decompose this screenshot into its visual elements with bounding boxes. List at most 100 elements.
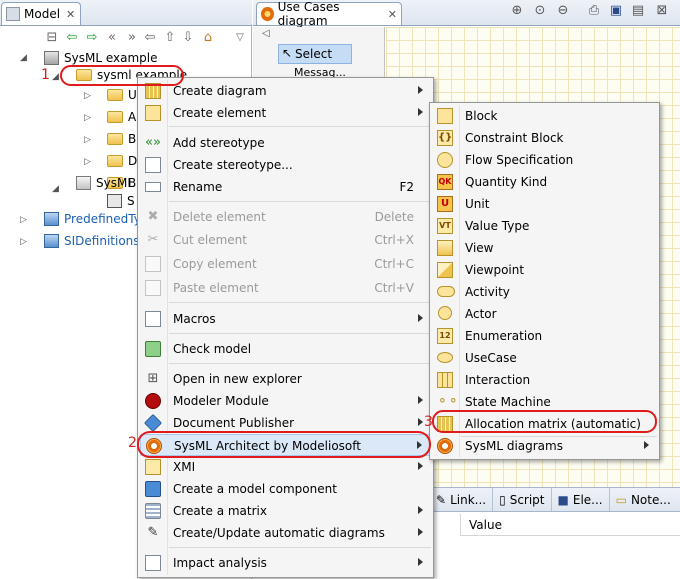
expanded-twisty-icon[interactable]: ◢: [52, 184, 59, 194]
link-icon: ✎: [436, 492, 447, 507]
submenu-item-view[interactable]: View: [432, 237, 657, 259]
menu-item-create-element[interactable]: Create element: [140, 102, 431, 124]
menu-item-delete-element[interactable]: ✖ Delete element Delete: [140, 206, 431, 228]
menu-item-add-stereotype[interactable]: «» Add stereotype: [140, 132, 431, 154]
back-history-icon[interactable]: «: [104, 30, 120, 46]
close-diagram-icon[interactable]: ⊠: [654, 3, 670, 19]
menu-item-label: Paste element: [173, 281, 259, 295]
palette-select-tool[interactable]: ↖ Select: [278, 44, 352, 64]
home-icon[interactable]: ⌂: [200, 30, 216, 46]
close-icon[interactable]: ✕: [388, 8, 397, 21]
folder-icon: [107, 89, 123, 101]
menu-item-cut-element[interactable]: ✂ Cut element Ctrl+X: [140, 229, 431, 251]
zoom-out-icon[interactable]: ⊖: [555, 3, 571, 19]
menu-item-copy-element[interactable]: Copy element Ctrl+C: [140, 253, 431, 275]
tab-links[interactable]: ✎ Link...: [430, 488, 494, 511]
explorer-icon: ⊞: [147, 371, 159, 386]
up-icon[interactable]: ⇧: [162, 30, 178, 46]
view-menu-icon[interactable]: ▽: [232, 30, 248, 46]
back-gray-icon[interactable]: ⇦: [142, 30, 158, 46]
menu-item-shortcut: Ctrl+V: [374, 281, 414, 295]
submenu-item-sysml-diagrams[interactable]: SysML diagrams: [432, 435, 657, 457]
tree-item[interactable]: U: [107, 86, 137, 104]
menu-item-modeler-module[interactable]: Modeler Module: [140, 390, 431, 412]
callout-ring-2: [137, 431, 431, 458]
submenu-item-actor[interactable]: Actor: [432, 303, 657, 325]
value-column-header[interactable]: Value: [460, 514, 680, 536]
collapse-all-icon[interactable]: ⊟: [44, 30, 60, 46]
menu-item-xmi[interactable]: XMI: [140, 456, 431, 478]
submenu-item-activity[interactable]: Activity: [432, 281, 657, 303]
tree-item-sysml[interactable]: SysML: [76, 174, 134, 192]
menu-item-create-diagram[interactable]: Create diagram: [140, 80, 431, 102]
down-icon[interactable]: ⇩: [180, 30, 196, 46]
menu-item-label: Flow Specification: [465, 153, 574, 167]
submenu-item-value-type[interactable]: VT Value Type: [432, 215, 657, 237]
submenu-item-enumeration[interactable]: 12 Enumeration: [432, 325, 657, 347]
tree-item-predefined[interactable]: PredefinedTy: [44, 210, 141, 228]
menu-item-label: Enumeration: [465, 329, 543, 343]
menu-item-create-matrix[interactable]: Create a matrix: [140, 500, 431, 522]
menu-item-label: Create stereotype...: [173, 158, 293, 172]
palette-collapse-icon[interactable]: ◁: [262, 28, 270, 39]
print-icon[interactable]: ⎙: [586, 3, 602, 19]
submenu-item-viewpoint[interactable]: Viewpoint: [432, 259, 657, 281]
submenu-arrow-icon: [418, 396, 423, 404]
menu-item-create-update-automatic-diagrams[interactable]: ✎ Create/Update automatic diagrams: [140, 522, 431, 544]
forward-history-icon[interactable]: »: [124, 30, 140, 46]
submenu-item-quantity-kind[interactable]: QK Quantity Kind: [432, 171, 657, 193]
tree-item-sidefinitions[interactable]: SIDefinitions: [44, 232, 140, 250]
model-view-tab[interactable]: Model ✕: [1, 2, 81, 25]
menu-item-paste-element[interactable]: Paste element Ctrl+V: [140, 277, 431, 299]
block-icon: [437, 108, 453, 124]
create-stereotype-icon: [145, 157, 161, 173]
back-icon[interactable]: ⇦: [64, 30, 80, 46]
tree-item[interactable]: B: [107, 130, 136, 148]
save-icon[interactable]: ▣: [608, 3, 624, 19]
submenu-item-unit[interactable]: U Unit: [432, 193, 657, 215]
collapsed-twisty-icon[interactable]: ▷: [84, 91, 91, 101]
tree-item[interactable]: A: [107, 108, 136, 126]
menu-item-create-model-component[interactable]: Create a model component: [140, 478, 431, 500]
collapsed-twisty-icon[interactable]: ▷: [20, 215, 27, 225]
automatic-diagram-icon: ✎: [147, 525, 159, 540]
menu-item-check-model[interactable]: Check model: [140, 338, 431, 360]
create-element-submenu: Block {} Constraint Block Flow Specifica…: [429, 102, 660, 460]
menu-item-open-in-new-explorer[interactable]: ⊞ Open in new explorer: [140, 368, 431, 390]
submenu-item-constraint-block[interactable]: {} Constraint Block: [432, 127, 657, 149]
submenu-item-interaction[interactable]: Interaction: [432, 369, 657, 391]
menu-item-shortcut: Ctrl+C: [374, 257, 414, 271]
tree-item[interactable]: S: [107, 192, 135, 210]
tab-notes[interactable]: ▭ Note...: [610, 488, 677, 511]
collapsed-twisty-icon[interactable]: ▷: [84, 135, 91, 145]
menu-item-label: Add stereotype: [173, 136, 265, 150]
tree-item-label: SysML example: [64, 51, 158, 65]
menu-item-label: XMI: [173, 460, 196, 474]
menu-item-create-stereotype[interactable]: Create stereotype...: [140, 154, 431, 176]
zoom-in-icon[interactable]: ⊕: [509, 3, 525, 19]
tree-item[interactable]: D: [107, 152, 137, 170]
expanded-twisty-icon[interactable]: ◢: [20, 53, 27, 63]
zoom-fit-icon[interactable]: ⊙: [532, 3, 548, 19]
tab-script[interactable]: ▯ Script: [493, 488, 552, 511]
model-view-tab-label: Model: [24, 7, 61, 21]
menu-separator: [169, 201, 431, 202]
menu-item-impact-analysis[interactable]: Impact analysis: [140, 552, 431, 574]
tab-elements[interactable]: ■ Ele...: [552, 488, 610, 511]
submenu-arrow-icon: [644, 441, 649, 449]
actor-icon: [438, 306, 452, 320]
submenu-item-flow-specification[interactable]: Flow Specification: [432, 149, 657, 171]
diagram-view-tab[interactable]: Use Cases diagram ✕: [256, 0, 402, 28]
export-image-icon[interactable]: ▤: [630, 3, 646, 19]
collapsed-twisty-icon[interactable]: ▷: [84, 157, 91, 167]
submenu-item-block[interactable]: Block: [432, 105, 657, 127]
expanded-twisty-icon[interactable]: ◢: [52, 72, 59, 82]
collapsed-twisty-icon[interactable]: ▷: [84, 113, 91, 123]
menu-item-macros[interactable]: Macros: [140, 308, 431, 330]
forward-icon[interactable]: ⇨: [84, 30, 100, 46]
submenu-item-usecase[interactable]: UseCase: [432, 347, 657, 369]
menu-item-rename[interactable]: Rename F2: [140, 176, 431, 198]
collapsed-twisty-icon[interactable]: ▷: [20, 237, 27, 247]
diagram-view-tab-label: Use Cases diagram: [277, 0, 340, 28]
close-icon[interactable]: ✕: [66, 8, 75, 21]
